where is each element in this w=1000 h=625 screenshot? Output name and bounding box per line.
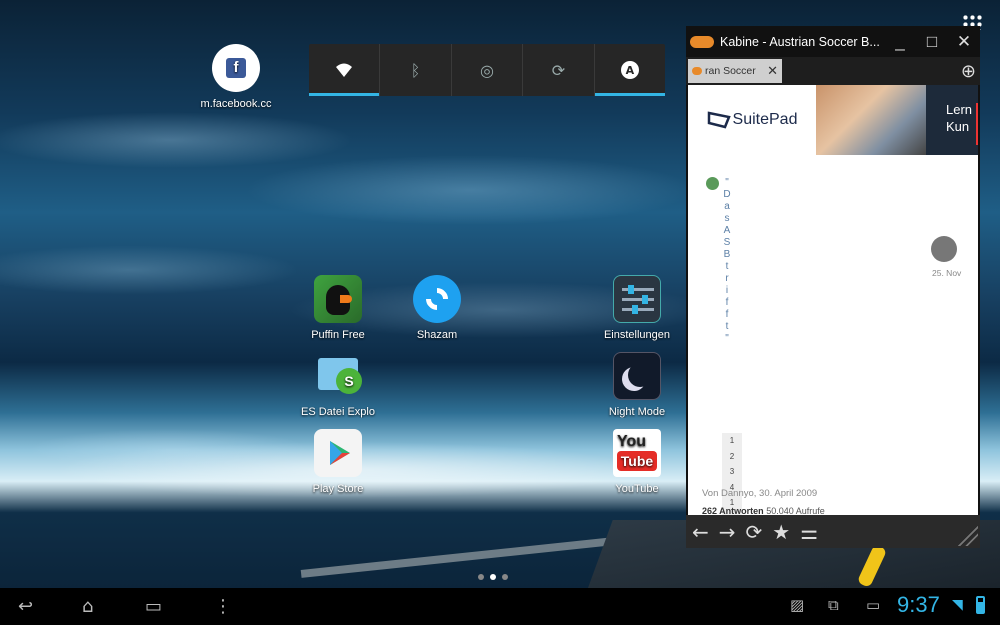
post-title-char: t <box>725 261 729 272</box>
app-label: ES Datei Explo <box>301 406 375 418</box>
wifi-toggle[interactable] <box>309 44 381 96</box>
page-link[interactable]: 3 <box>722 464 742 480</box>
post-title-char: a <box>724 201 730 212</box>
location-icon: ◎ <box>480 60 494 80</box>
bluetooth-icon: ᛒ <box>410 60 421 80</box>
app-label: Night Mode <box>608 406 666 418</box>
settings-sliders-icon[interactable]: ⚌ <box>800 520 818 544</box>
nav-menu-icon[interactable]: ⋮ <box>214 596 232 617</box>
nav-recents-icon[interactable]: ▭ <box>145 596 162 617</box>
nav-home-icon[interactable]: ⌂ <box>82 596 93 617</box>
app-es-file-explorer[interactable]: S ES Datei Explo <box>288 352 388 418</box>
night-mode-icon <box>613 352 661 400</box>
app-label: Shazam <box>416 329 458 341</box>
tab-active[interactable]: ran Soccer ✕ <box>688 59 782 83</box>
wifi-status-icon: ◥ <box>952 597 963 613</box>
post-title-char: " <box>725 177 729 188</box>
app-night-mode[interactable]: Night Mode <box>587 352 687 418</box>
clock[interactable]: 9:37 <box>897 592 940 618</box>
floating-app-notification-icon[interactable]: ▭ <box>866 596 880 614</box>
ad-text-line2: Kun <box>946 119 970 134</box>
post-date: 25. Nov <box>932 268 962 278</box>
post-title-char: " <box>725 333 729 344</box>
play-store-icon <box>314 429 362 477</box>
post-title-char: f <box>725 297 729 308</box>
minimize-button[interactable]: _ <box>884 26 916 57</box>
browser-titlebar[interactable]: Kabine - Austrian Soccer B... _ □ ✕ <box>686 26 980 57</box>
app-play-store[interactable]: Play Store <box>288 429 388 495</box>
app-label: Einstellungen <box>603 329 671 341</box>
settings-icon <box>613 275 661 323</box>
app-youtube[interactable]: You Tube YouTube <box>587 429 687 495</box>
page-link[interactable]: 2 <box>722 449 742 465</box>
window-notification-icon[interactable]: ⧉ <box>828 596 839 614</box>
brightness-toggle[interactable]: A <box>594 44 666 96</box>
browser-window: Kabine - Austrian Soccer B... _ □ ✕ ran … <box>686 26 980 548</box>
post-byline: Von Dannyo, 30. April 2009 <box>702 488 818 499</box>
brightness-icon: A <box>620 61 639 79</box>
post-title[interactable]: " Da s A S Bt r i f f t " <box>722 177 732 345</box>
ad-text: Lern Kun <box>926 85 978 155</box>
post-title-char: D <box>723 189 731 200</box>
gallery-notification-icon[interactable]: ▨ <box>790 596 804 614</box>
scroll-indicator <box>976 103 978 145</box>
post-title-char: B <box>723 249 731 260</box>
app-puffin[interactable]: Puffin Free <box>288 275 388 341</box>
tab-favicon-icon <box>692 67 702 75</box>
youtube-icon: You Tube <box>613 429 661 477</box>
post-title-char: f <box>725 309 729 320</box>
ad-photo <box>816 85 926 155</box>
nav-back-icon[interactable]: ↩ <box>18 596 33 617</box>
app-label: m.facebook.cc <box>200 98 272 110</box>
sync-toggle[interactable]: ⟳ <box>523 44 595 96</box>
shazam-icon <box>413 275 461 323</box>
app-facebook[interactable]: f m.facebook.cc <box>186 44 286 110</box>
post-title-char: S <box>723 237 731 248</box>
puffin-icon <box>314 275 362 323</box>
home-page-indicator <box>478 574 508 580</box>
page-link[interactable]: 1 <box>722 433 742 449</box>
post-title-char: A <box>723 225 731 236</box>
browser-toolbar: ← → ⟳ ★ ⚌ <box>686 515 980 548</box>
es-file-explorer-icon: S <box>314 352 362 400</box>
suitepad-brand: SuitePad <box>732 111 798 128</box>
suitepad-logo: SuitePad <box>688 85 816 155</box>
app-label: YouTube <box>615 483 659 495</box>
location-toggle[interactable]: ◎ <box>452 44 524 96</box>
forward-icon[interactable]: → <box>719 520 736 544</box>
post-title-char: t <box>725 321 729 332</box>
pagination[interactable]: 123418▸ <box>722 433 742 515</box>
reload-icon[interactable]: ⟳ <box>746 520 763 544</box>
status-dot-icon <box>706 177 719 190</box>
window-title: Kabine - Austrian Soccer B... <box>720 34 880 49</box>
sync-icon: ⟳ <box>551 60 566 80</box>
avatar[interactable] <box>931 236 957 262</box>
system-navbar: ↩ ⌂ ▭ ⋮ ▨ ⧉ ▭ 9:37 ◥ <box>0 588 1000 625</box>
app-label: Puffin Free <box>311 329 365 341</box>
close-button[interactable]: ✕ <box>948 26 980 57</box>
battery-icon <box>976 596 985 614</box>
facebook-icon: f <box>212 44 260 92</box>
tab-strip: ran Soccer ✕ ⊕ <box>686 57 980 85</box>
quick-toggles-bar: ᛒ ◎ ⟳ A <box>309 44 666 96</box>
maximize-button[interactable]: □ <box>916 26 948 57</box>
wifi-icon <box>336 63 353 77</box>
new-tab-button[interactable]: ⊕ <box>961 61 976 82</box>
resize-handle[interactable] <box>958 526 978 546</box>
ad-banner[interactable]: SuitePad Lern Kun <box>688 85 978 155</box>
bluetooth-toggle[interactable]: ᛒ <box>380 44 452 96</box>
browser-logo-icon <box>690 35 714 48</box>
post-title-char: r <box>725 273 729 284</box>
tab-label: ran Soccer <box>705 65 756 77</box>
back-icon[interactable]: ← <box>692 520 709 544</box>
ad-text-line1: Lern <box>946 102 973 117</box>
post-title-char: s <box>724 213 730 224</box>
app-shazam[interactable]: Shazam <box>387 275 487 341</box>
post-title-char: i <box>725 285 729 296</box>
app-settings[interactable]: Einstellungen <box>587 275 687 341</box>
web-content[interactable]: SuitePad Lern Kun " Da s A S Bt r i f f t " 25. Nov… <box>688 85 978 515</box>
app-label: Play Store <box>312 483 364 495</box>
tab-close-icon[interactable]: ✕ <box>767 63 778 79</box>
bookmark-star-icon[interactable]: ★ <box>772 520 790 544</box>
